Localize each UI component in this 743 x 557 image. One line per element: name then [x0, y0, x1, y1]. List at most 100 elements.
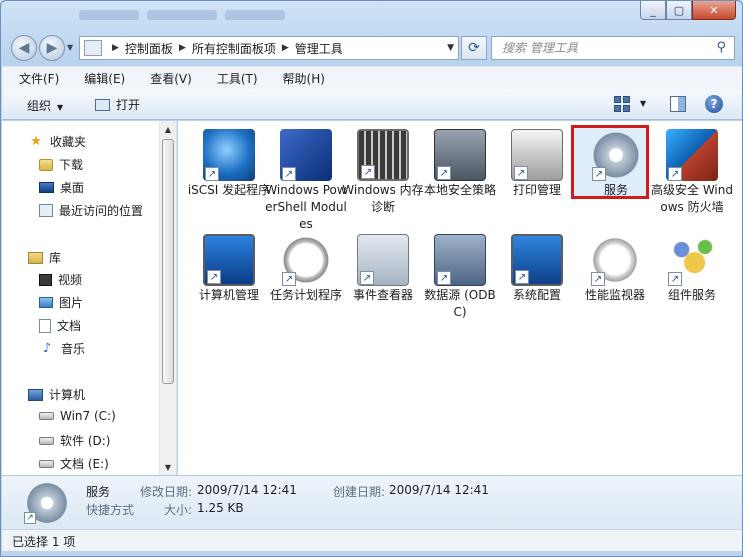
preview-pane-icon[interactable] [670, 96, 686, 112]
drive-icon [39, 459, 54, 468]
item-event-viewer[interactable]: ↗ 事件查看器 [343, 234, 423, 304]
nav-documents[interactable]: 文档 [39, 317, 81, 334]
nav-favorites[interactable]: ★ 收藏夹 [28, 133, 86, 150]
nav-favorites-label: 收藏夹 [50, 135, 87, 149]
star-icon: ★ [30, 134, 42, 149]
menu-file[interactable]: 文件(F) [2, 70, 67, 87]
organize-button[interactable]: 组织 ▼ [27, 97, 63, 114]
menu-edit[interactable]: 编辑(E) [67, 70, 133, 87]
computer-icon [28, 388, 43, 401]
shortcut-arrow-icon: ↗ [592, 167, 606, 181]
music-note-icon: ♪ [42, 341, 52, 356]
nav-drive-d-label: 软件 (D:) [60, 434, 111, 448]
nav-recent-label: 最近访问的位置 [59, 204, 144, 218]
help-icon[interactable]: ? [705, 95, 723, 113]
address-dropdown-icon[interactable]: ▼ [447, 43, 454, 53]
nav-desktop[interactable]: 桌面 [39, 179, 84, 196]
libraries-icon [28, 251, 43, 264]
breadcrumb-all-items[interactable]: 所有控制面板项 [192, 40, 276, 57]
shortcut-arrow-icon: ↗ [360, 271, 374, 285]
back-button[interactable]: ◀ [11, 35, 37, 61]
nav-drive-e-label: 文档 (E:) [60, 457, 109, 471]
scroll-up-icon[interactable]: ▲ [160, 121, 176, 137]
breadcrumb-separator-icon[interactable]: ▶ [179, 43, 186, 53]
breadcrumb-control-panel[interactable]: 控制面板 [125, 40, 173, 57]
minimize-icon[interactable]: _ [640, 1, 666, 20]
refresh-button[interactable]: ⟳ [461, 36, 487, 60]
maximize-icon[interactable]: ▢ [666, 1, 692, 20]
recent-pages-dropdown-icon[interactable]: ▼ [67, 43, 73, 52]
nav-computer[interactable]: 计算机 [28, 386, 85, 403]
nav-drive-c[interactable]: Win7 (C:) [39, 409, 116, 423]
document-icon [39, 318, 51, 333]
item-label: 计算机管理 [198, 288, 259, 302]
address-bar[interactable]: ▶ 控制面板 ▶ 所有控制面板项 ▶ 管理工具 ▼ [79, 36, 459, 60]
item-memory-diagnostic[interactable]: ↗ Windows 内存诊断 [342, 129, 424, 216]
item-label: 任务计划程序 [269, 288, 342, 302]
nav-drive-d[interactable]: 软件 (D:) [39, 432, 110, 449]
shortcut-arrow-icon: ↗ [437, 271, 451, 285]
breadcrumb-admin-tools[interactable]: 管理工具 [295, 40, 343, 57]
pictures-icon [39, 297, 53, 308]
item-odbc[interactable]: ↗ 数据源 (ODBC) [420, 234, 500, 321]
item-performance-monitor[interactable]: ↗ 性能监视器 [575, 234, 655, 304]
shortcut-arrow-icon: ↗ [24, 512, 36, 524]
item-powershell-modules[interactable]: ↗ Windows PowerShell Modules [265, 129, 347, 233]
details-modified-label: 修改日期: [140, 485, 193, 499]
item-computer-management[interactable]: ↗ 计算机管理 [189, 234, 269, 304]
item-task-scheduler[interactable]: ↗ 任务计划程序 [266, 234, 346, 304]
scroll-down-icon[interactable]: ▼ [160, 459, 176, 475]
nav-libraries-label: 库 [49, 251, 62, 265]
services-icon: ↗ [590, 129, 642, 181]
menu-help[interactable]: 帮助(H) [266, 70, 333, 87]
nav-videos-label: 视频 [58, 273, 83, 287]
nav-downloads[interactable]: 下载 [39, 156, 83, 173]
control-panel-folder-icon [84, 40, 102, 56]
video-icon [39, 273, 52, 286]
search-icon[interactable]: ⚲ [716, 40, 726, 55]
item-label: Windows 内存诊断 [342, 183, 424, 214]
item-print-management[interactable]: ↗ 打印管理 [497, 129, 577, 199]
search-box[interactable]: ⚲ [491, 36, 735, 60]
nav-videos[interactable]: 视频 [39, 271, 82, 288]
scroll-thumb[interactable] [162, 139, 174, 384]
item-label: 打印管理 [512, 183, 561, 197]
breadcrumb-separator-icon[interactable]: ▶ [112, 43, 119, 53]
close-icon[interactable]: ✕ [692, 1, 736, 20]
computer-management-icon: ↗ [203, 234, 255, 286]
address-row: ◀ ▶ ▼ ▶ 控制面板 ▶ 所有控制面板项 ▶ 管理工具 ▼ ⟳ ⚲ [1, 31, 742, 63]
shortcut-arrow-icon: ↗ [282, 272, 296, 286]
details-type: 快捷方式 [86, 503, 135, 517]
nav-scrollbar[interactable]: ▲ ▼ [159, 121, 176, 475]
forward-button[interactable]: ▶ [39, 35, 65, 61]
open-button[interactable]: 打开 [95, 96, 140, 113]
item-label: 服务 [603, 183, 628, 197]
navigation-pane: ★ 收藏夹 下载 桌面 最近访问的位置 库 视频 图片 文档 ♪ 音乐 计算机 Wi [2, 121, 177, 475]
item-iscsi-initiator[interactable]: ↗ iSCSI 发起程序 [187, 129, 271, 199]
shortcut-arrow-icon: ↗ [668, 272, 682, 286]
breadcrumb: ▶ 控制面板 ▶ 所有控制面板项 ▶ 管理工具 [106, 40, 343, 57]
nav-pictures[interactable]: 图片 [39, 294, 83, 311]
item-label: iSCSI 发起程序 [187, 183, 271, 197]
breadcrumb-separator-icon[interactable]: ▶ [282, 43, 289, 53]
item-label: 系统配置 [512, 288, 561, 302]
item-advanced-firewall[interactable]: ↗ 高级安全 Windows 防火墙 [651, 129, 733, 216]
menu-view[interactable]: 查看(V) [133, 70, 200, 87]
menu-tools[interactable]: 工具(T) [200, 70, 266, 87]
recent-places-icon [39, 204, 53, 217]
nav-drive-e[interactable]: 文档 (E:) [39, 455, 109, 472]
nav-music[interactable]: ♪ 音乐 [39, 340, 85, 357]
nav-recent-places[interactable]: 最近访问的位置 [39, 202, 143, 219]
item-services[interactable]: ↗ 服务 [571, 125, 656, 199]
details-size-label: 大小: [164, 503, 193, 517]
item-component-services[interactable]: ↗ 组件服务 [652, 234, 732, 304]
title-bar[interactable]: _ ▢ ✕ [1, 1, 742, 29]
change-view-icon[interactable] [614, 96, 630, 112]
item-local-security-policy[interactable]: ↗ 本地安全策略 [420, 129, 500, 199]
file-list: ↗ iSCSI 发起程序 ↗ Windows PowerShell Module… [178, 121, 742, 475]
nav-libraries[interactable]: 库 [28, 249, 61, 266]
search-input[interactable] [492, 37, 692, 59]
view-options-dropdown-icon[interactable]: ▼ [640, 99, 646, 108]
shortcut-arrow-icon: ↗ [207, 270, 221, 284]
item-system-configuration[interactable]: ↗ 系统配置 [497, 234, 577, 304]
